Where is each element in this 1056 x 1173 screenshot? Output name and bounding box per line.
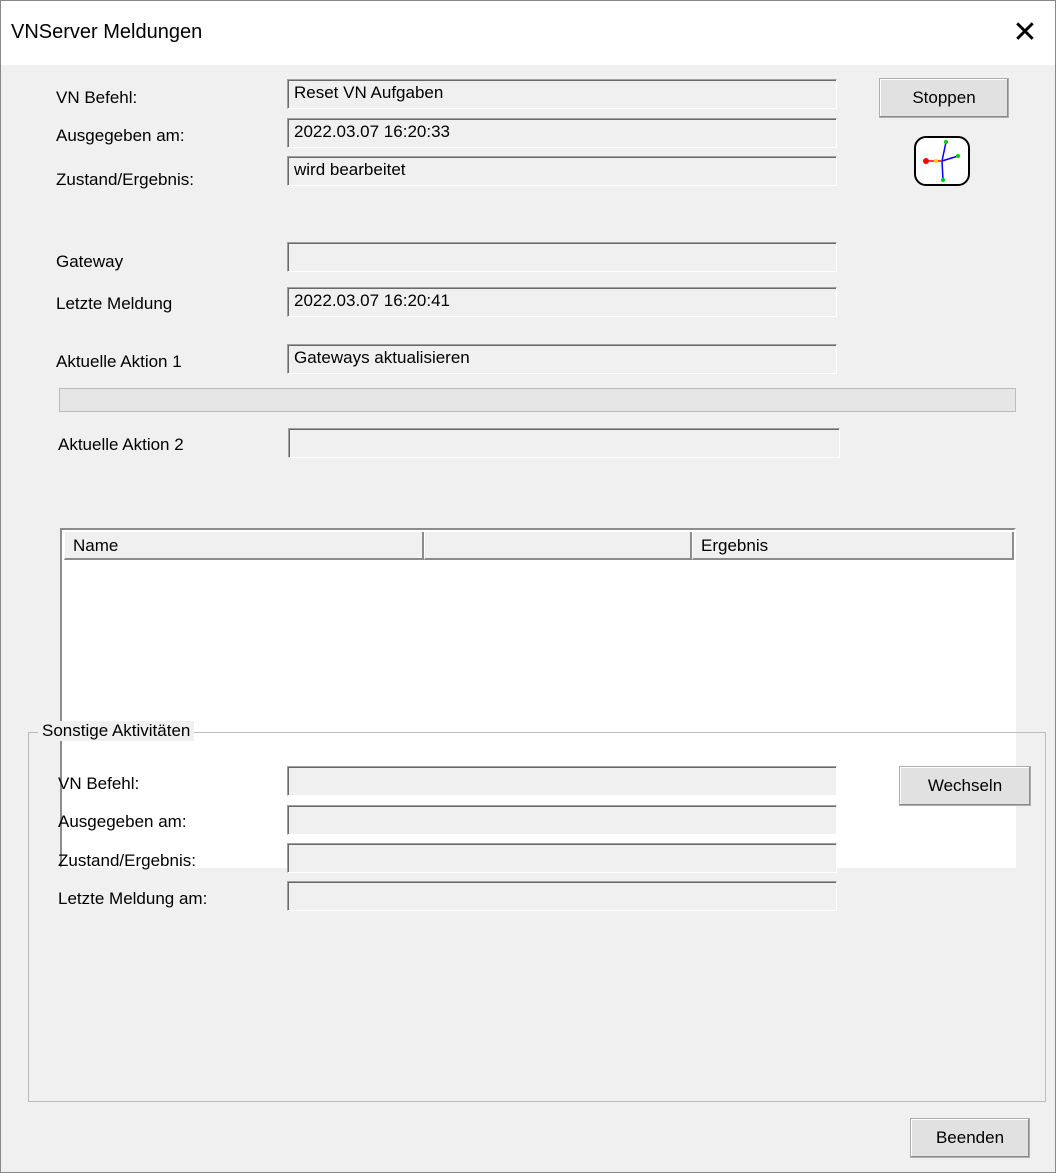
label-sonstige-letzte-meldung: Letzte Meldung am: bbox=[58, 889, 208, 908]
stop-button[interactable]: Stoppen bbox=[879, 78, 1009, 118]
label-zustand: Zustand/Ergebnis: bbox=[56, 170, 194, 189]
label-gateway: Gateway bbox=[56, 252, 124, 271]
label-sonstige-vn-befehl: VN Befehl: bbox=[58, 774, 140, 793]
spinner-glyph bbox=[923, 140, 960, 182]
activity-spinner-icon bbox=[914, 136, 970, 186]
column-header-blank[interactable] bbox=[424, 532, 692, 560]
column-header-ergebnis[interactable]: Ergebnis bbox=[692, 532, 1014, 560]
progress-bar bbox=[59, 388, 1016, 412]
field-zustand: wird bearbeitet bbox=[287, 156, 837, 186]
field-ausgegeben-am: 2022.03.07 16:20:33 bbox=[287, 118, 837, 148]
close-button[interactable]: Beenden bbox=[910, 1118, 1030, 1158]
field-sonstige-ausgegeben-am bbox=[287, 805, 837, 835]
window-title: VNServer Meldungen bbox=[11, 21, 203, 43]
label-aktion2: Aktuelle Aktion 2 bbox=[58, 435, 184, 454]
field-sonstige-zustand bbox=[287, 843, 837, 873]
field-sonstige-vn-befehl bbox=[287, 766, 837, 796]
table-header: Name Ergebnis bbox=[64, 532, 1014, 560]
field-aktion2 bbox=[288, 428, 840, 458]
label-letzte-meldung: Letzte Meldung bbox=[56, 294, 173, 313]
sonstige-group-title: Sonstige Aktivitäten bbox=[38, 721, 195, 741]
field-sonstige-letzte-meldung bbox=[287, 881, 837, 911]
label-sonstige-zustand: Zustand/Ergebnis: bbox=[58, 851, 196, 870]
label-ausgegeben-am: Ausgegeben am: bbox=[56, 126, 185, 145]
field-letzte-meldung: 2022.03.07 16:20:41 bbox=[287, 287, 837, 317]
label-sonstige-ausgegeben-am: Ausgegeben am: bbox=[58, 812, 187, 831]
field-gateway bbox=[287, 242, 837, 272]
field-aktion1: Gateways aktualisieren bbox=[287, 344, 837, 374]
field-vn-befehl: Reset VN Aufgaben bbox=[287, 79, 837, 109]
close-icon[interactable]: ✕ bbox=[995, 1, 1055, 65]
switch-button[interactable]: Wechseln bbox=[899, 766, 1031, 806]
label-vn-befehl: VN Befehl: bbox=[56, 88, 138, 107]
label-aktion1: Aktuelle Aktion 1 bbox=[56, 352, 182, 371]
column-header-name[interactable]: Name bbox=[64, 532, 424, 560]
title-bar: VNServer Meldungen ✕ bbox=[1, 1, 1055, 65]
